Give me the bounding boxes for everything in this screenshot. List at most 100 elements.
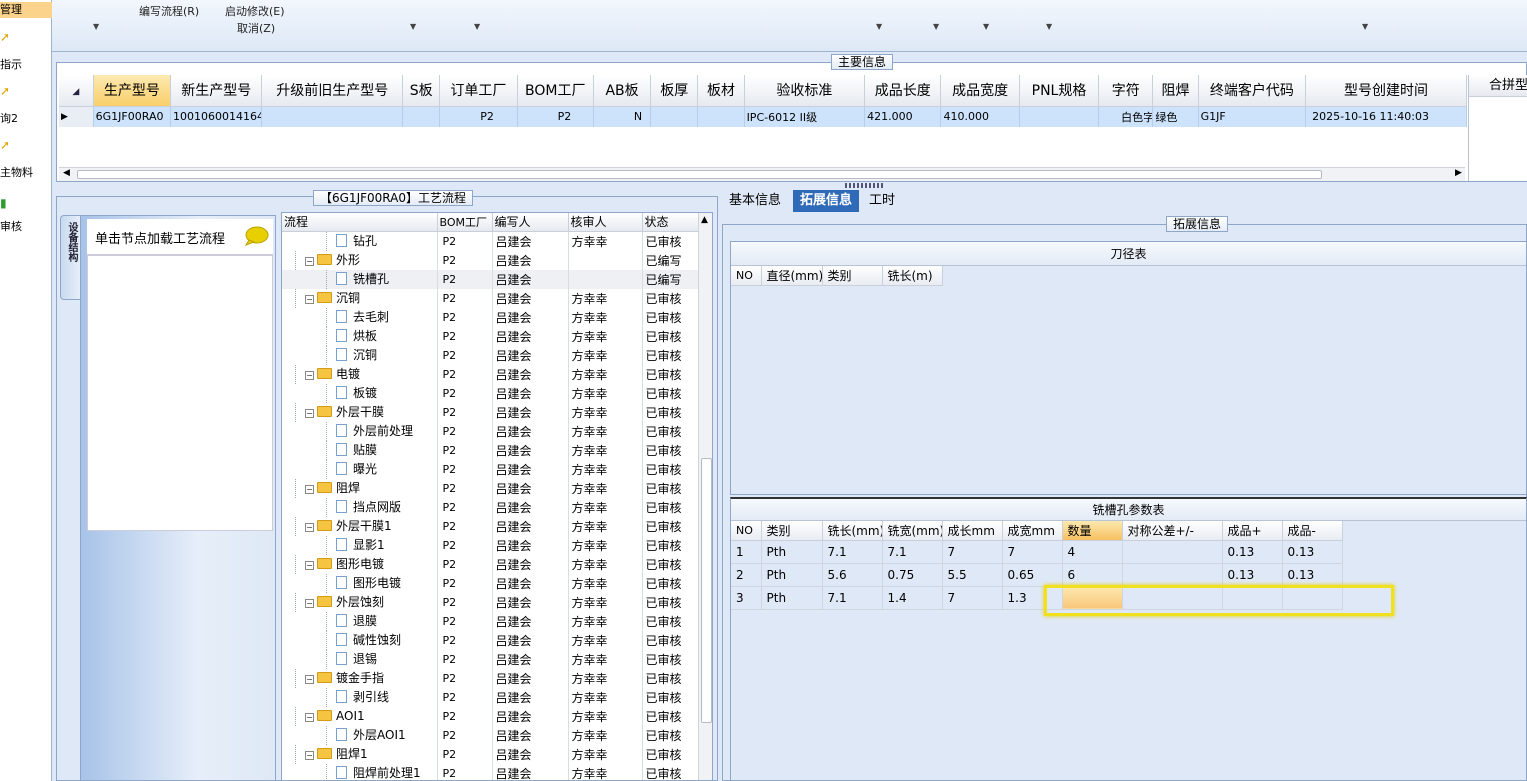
column-header[interactable]: 铣长(m): [882, 266, 943, 286]
column-header[interactable]: 铣长(mm): [822, 521, 883, 541]
tree-row[interactable]: 铣槽孔 P2 吕建会 已编写: [282, 269, 700, 289]
column-header[interactable]: 终端客户代码: [1198, 75, 1307, 107]
collapse-icon[interactable]: −: [305, 560, 314, 570]
tree-node[interactable]: 铣槽孔: [282, 269, 438, 289]
tree-node[interactable]: − 外层干膜1: [282, 516, 438, 536]
column-header[interactable]: 板厚: [650, 75, 699, 107]
column-header[interactable]: 类别: [761, 521, 823, 541]
tree-node[interactable]: 退锡: [282, 649, 438, 669]
column-header[interactable]: 验收标准: [744, 75, 866, 107]
vertical-splitter[interactable]: [714, 540, 720, 620]
table-cell[interactable]: [1122, 586, 1223, 610]
tree-node[interactable]: − 镀金手指: [282, 668, 438, 688]
horizontal-splitter-grip[interactable]: [845, 183, 885, 188]
dropdown-arrow-icon[interactable]: ▼: [983, 22, 989, 31]
horizontal-scrollbar[interactable]: ◀ ▶: [59, 167, 1465, 181]
table-cell[interactable]: 1.4: [882, 586, 943, 610]
table-cell[interactable]: 0.75: [882, 563, 943, 587]
tree-row[interactable]: − 外层干膜1 P2 吕建会 方幸幸 已审核: [282, 516, 700, 536]
column-header[interactable]: BOM工厂: [517, 75, 594, 107]
column-header[interactable]: 直径(mm): [761, 266, 823, 286]
tree-row[interactable]: 挡点网版 P2 吕建会 方幸幸 已审核: [282, 497, 700, 517]
table-cell[interactable]: [1222, 586, 1283, 610]
column-header[interactable]: 字符: [1098, 75, 1154, 107]
table-cell[interactable]: 白色字符: [1098, 106, 1154, 127]
collapse-icon[interactable]: −: [305, 256, 314, 266]
collapse-icon[interactable]: −: [305, 408, 314, 418]
tree-row[interactable]: − 外形 P2 吕建会 已编写: [282, 250, 700, 270]
scroll-left-icon[interactable]: ◀: [63, 168, 70, 178]
column-header[interactable]: 成宽mm: [1002, 521, 1063, 541]
table-cell[interactable]: 0.13: [1282, 563, 1343, 587]
tree-node[interactable]: 碱性蚀刻: [282, 630, 438, 650]
device-structure-tab[interactable]: 设备结构: [60, 215, 80, 300]
table-cell[interactable]: 6: [1062, 563, 1123, 587]
column-header[interactable]: 类别: [822, 266, 883, 286]
tree-node[interactable]: 挡点网版: [282, 497, 438, 517]
tree-row[interactable]: − AOI1 P2 吕建会 方幸幸 已审核: [282, 706, 700, 726]
table-cell[interactable]: 7.1: [822, 540, 883, 564]
tree-node[interactable]: − 图形电镀: [282, 554, 438, 574]
tree-row[interactable]: 沉铜 P2 吕建会 方幸幸 已审核: [282, 345, 700, 365]
tree-row[interactable]: − 图形电镀 P2 吕建会 方幸幸 已审核: [282, 554, 700, 574]
column-header[interactable]: 阻焊: [1152, 75, 1199, 107]
scroll-up-icon[interactable]: ▲: [701, 215, 708, 225]
tree-row[interactable]: 外层前处理 P2 吕建会 方幸幸 已审核: [282, 421, 700, 441]
table-cell[interactable]: 4: [1062, 540, 1123, 564]
tree-node[interactable]: 剥引线: [282, 687, 438, 707]
tree-node[interactable]: 贴膜: [282, 440, 438, 460]
table-cell[interactable]: N: [593, 106, 652, 127]
collapse-icon[interactable]: −: [305, 598, 314, 608]
table-cell[interactable]: 421.000: [864, 106, 942, 127]
column-header[interactable]: 核审人: [568, 213, 643, 232]
tree-row[interactable]: − 外层干膜 P2 吕建会 方幸幸 已审核: [282, 402, 700, 422]
collapse-icon[interactable]: −: [305, 294, 314, 304]
tree-node[interactable]: − 外层蚀刻: [282, 592, 438, 612]
table-cell[interactable]: 5.6: [822, 563, 883, 587]
tree-node[interactable]: 阻焊前处理1: [282, 763, 438, 780]
column-header[interactable]: S板: [402, 75, 441, 107]
column-header[interactable]: 新生产型号: [170, 75, 263, 107]
tab-extended-info[interactable]: 拓展信息: [793, 190, 860, 212]
collapse-icon[interactable]: −: [305, 522, 314, 532]
scroll-right-icon[interactable]: ▶: [1455, 168, 1462, 178]
dropdown-arrow-icon[interactable]: ▼: [93, 22, 99, 31]
tree-row[interactable]: − 阻焊1 P2 吕建会 方幸幸 已审核: [282, 744, 700, 764]
table-cell[interactable]: 410.000: [940, 106, 1020, 127]
table-cell[interactable]: Pth: [761, 563, 823, 587]
column-header[interactable]: 状态: [642, 213, 700, 232]
merge-column-header[interactable]: 合拼型: [1469, 75, 1527, 97]
table-cell[interactable]: 1.3: [1002, 586, 1063, 610]
table-cell[interactable]: 7: [1002, 540, 1063, 564]
table-cell[interactable]: 0.65: [1002, 563, 1063, 587]
tree-node[interactable]: 曝光: [282, 459, 438, 479]
tree-row[interactable]: 贴膜 P2 吕建会 方幸幸 已审核: [282, 440, 700, 460]
collapse-icon[interactable]: −: [305, 712, 314, 722]
tree-node[interactable]: 退膜: [282, 611, 438, 631]
tab-work-hours[interactable]: 工时: [862, 190, 902, 212]
column-header[interactable]: 订单工厂: [439, 75, 518, 107]
table-cell[interactable]: 绿色: [1152, 106, 1199, 127]
tree-row[interactable]: 图形电镀 P2 吕建会 方幸幸 已审核: [282, 573, 700, 593]
tree-node[interactable]: − 阻焊: [282, 478, 438, 498]
nav-item-query2[interactable]: 询2: [0, 111, 52, 127]
column-header[interactable]: 成品+: [1222, 521, 1283, 541]
table-cell[interactable]: 1: [731, 540, 762, 564]
tree-row[interactable]: 外层AOI1 P2 吕建会 方幸幸 已审核: [282, 725, 700, 745]
column-header[interactable]: 板材: [697, 75, 745, 107]
tree-row[interactable]: 去毛刺 P2 吕建会 方幸幸 已审核: [282, 307, 700, 327]
table-row[interactable]: ▶ 6G1JF00RA0 10010600141645 P2 P2 N IPC-…: [59, 106, 1467, 127]
collapse-icon[interactable]: −: [305, 750, 314, 760]
dropdown-arrow-icon[interactable]: ▼: [410, 22, 416, 31]
tree-row[interactable]: 钻孔 P2 吕建会 方幸幸 已审核: [282, 231, 700, 251]
scrollbar-thumb[interactable]: [77, 170, 1322, 179]
edit-flow-button[interactable]: 编写流程(R): [139, 3, 199, 19]
start-modify-button[interactable]: 启动修改(E): [225, 3, 285, 19]
column-header[interactable]: 数量: [1062, 521, 1123, 541]
column-header[interactable]: 升级前旧生产型号: [261, 75, 404, 107]
column-header[interactable]: 成品长度: [864, 75, 942, 107]
table-cell[interactable]: 3: [731, 586, 762, 610]
column-header[interactable]: BOM工厂: [437, 213, 493, 232]
tree-node[interactable]: − 外层干膜: [282, 402, 438, 422]
tree-node[interactable]: 板镀: [282, 383, 438, 403]
